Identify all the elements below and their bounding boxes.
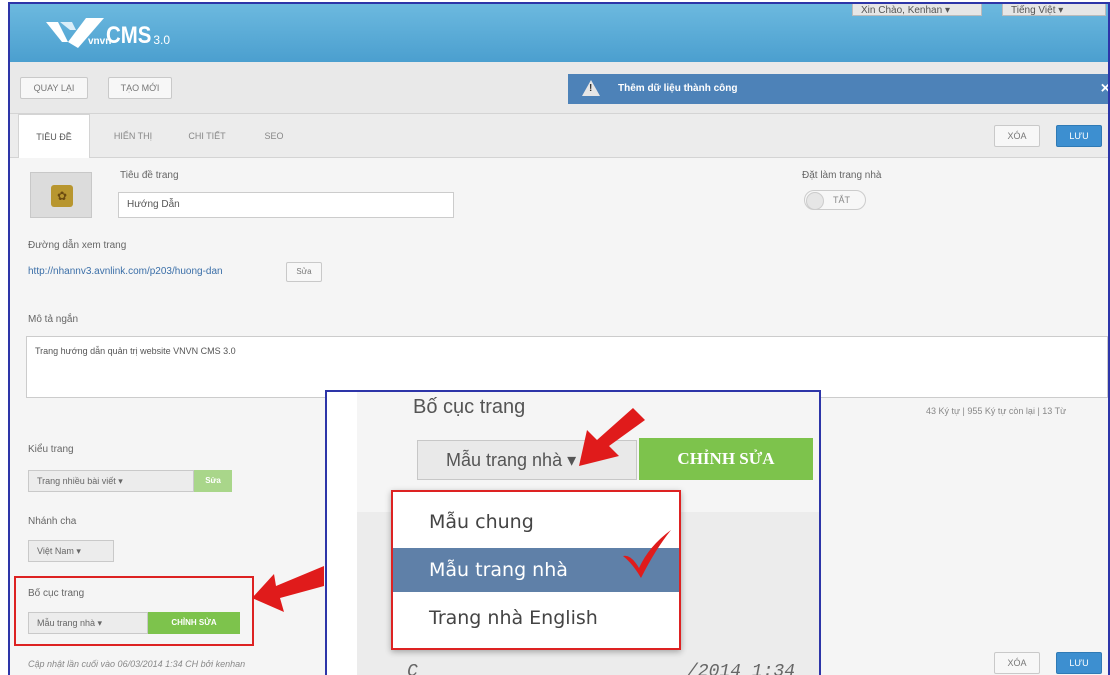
header-bar: CMS 3.0 vnvn Xin Chào, Kenhan ▾ Tiếng Vi… bbox=[10, 4, 1108, 62]
bottom-save-button[interactable]: LƯU bbox=[1056, 652, 1102, 674]
logo-cms-text: CMS bbox=[106, 22, 152, 49]
page-title-input[interactable]: Hướng Dẫn bbox=[118, 192, 454, 218]
logo-vnvn-text: vnvn bbox=[88, 36, 112, 47]
parent-label: Nhánh cha bbox=[28, 516, 77, 527]
zoom-background-date: /2014 1:34 CH bbox=[687, 662, 796, 675]
dropdown-item-homepage-english[interactable]: Trang nhà English bbox=[393, 596, 679, 640]
zoom-callout: Bố cục trang Mẫu trang nhà ▾ CHỈNH SỬA C… bbox=[325, 390, 821, 675]
tab-bar: TIÊU ĐỀ HIỂN THỊ CHI TIẾT SEO XÓA LƯU bbox=[10, 114, 1108, 158]
tab-seo[interactable]: SEO bbox=[246, 114, 302, 158]
image-icon: ✿ bbox=[51, 185, 73, 207]
homepage-toggle[interactable]: TẮT bbox=[804, 190, 866, 210]
tab-detail[interactable]: CHI TIẾT bbox=[172, 114, 242, 158]
red-arrow-icon bbox=[252, 566, 324, 612]
close-icon[interactable]: × bbox=[1101, 74, 1108, 104]
zoom-red-arrow-icon bbox=[579, 408, 645, 466]
url-edit-button[interactable]: Sửa bbox=[286, 262, 322, 282]
zoom-layout-title: Bố cục trang bbox=[413, 396, 526, 418]
user-menu[interactable]: Xin Chào, Kenhan ▾ bbox=[852, 4, 982, 16]
language-menu[interactable]: Tiếng Việt ▾ bbox=[1002, 4, 1106, 16]
page-type-select[interactable]: Trang nhiều bài viết ▾ bbox=[28, 470, 194, 492]
description-textarea[interactable]: Trang hướng dẫn quản trị website VNVN CM… bbox=[26, 336, 1108, 398]
char-count: 43 Ký tự | 955 Ký tự còn lại | 13 Từ bbox=[926, 406, 1067, 416]
bottom-delete-button[interactable]: XÓA bbox=[994, 652, 1040, 674]
tab-title[interactable]: TIÊU ĐỀ bbox=[18, 114, 90, 158]
last-updated-text: Cập nhật lần cuối vào 06/03/2014 1:34 CH… bbox=[28, 659, 246, 669]
checkmark-icon bbox=[623, 530, 671, 578]
delete-button[interactable]: XÓA bbox=[994, 125, 1040, 147]
page-url-link[interactable]: http://nhannv3.avnlink.com/p203/huong-da… bbox=[28, 266, 223, 277]
toolbar: QUAY LẠI TẠO MỚI ! Thêm dữ liệu thành cô… bbox=[10, 62, 1108, 114]
warning-icon: ! bbox=[582, 80, 600, 96]
zoom-background-c: C bbox=[407, 662, 418, 675]
page-type-label: Kiểu trang bbox=[28, 444, 74, 455]
page-thumbnail[interactable]: ✿ bbox=[30, 172, 92, 218]
page-title-label: Tiêu đề trang bbox=[120, 170, 179, 181]
zoom-edit-button[interactable]: CHỈNH SỬA bbox=[639, 438, 813, 480]
new-button[interactable]: TẠO MỚI bbox=[108, 77, 172, 99]
tab-display[interactable]: HIỂN THỊ bbox=[98, 114, 168, 158]
save-button[interactable]: LƯU bbox=[1056, 125, 1102, 147]
back-button[interactable]: QUAY LẠI bbox=[20, 77, 88, 99]
app-frame: CMS 3.0 vnvn Xin Chào, Kenhan ▾ Tiếng Vi… bbox=[8, 2, 1110, 675]
logo-version: 3.0 bbox=[153, 33, 171, 47]
page-type-edit-button[interactable]: Sửa bbox=[194, 470, 232, 492]
parent-select[interactable]: Việt Nam ▾ bbox=[28, 540, 114, 562]
success-alert: ! Thêm dữ liệu thành công × bbox=[568, 74, 1108, 104]
alert-text: Thêm dữ liệu thành công bbox=[618, 83, 738, 94]
homepage-label: Đặt làm trang nhà bbox=[802, 170, 882, 181]
url-label: Đường dẫn xem trang bbox=[28, 240, 127, 251]
description-label: Mô tả ngắn bbox=[28, 314, 79, 325]
layout-highlight-box bbox=[14, 576, 254, 646]
